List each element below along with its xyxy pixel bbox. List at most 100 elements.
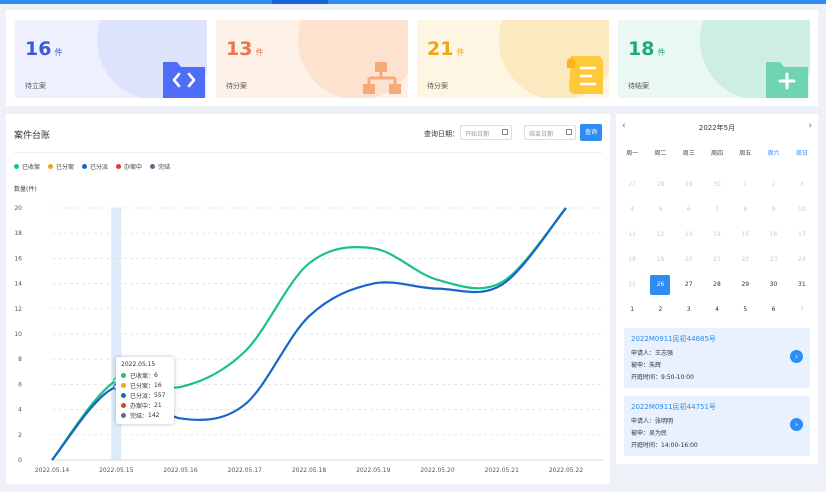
code-folder-icon (163, 62, 205, 98)
y-tick-label: 12 (14, 306, 22, 313)
y-tick-label: 8 (18, 356, 22, 363)
next-month-button[interactable]: › (808, 121, 812, 131)
calendar-day[interactable]: 6 (759, 297, 787, 322)
query-button[interactable]: 查询 (580, 124, 602, 141)
title-divider (14, 152, 602, 153)
legend-item[interactable]: 已分案 (48, 162, 74, 171)
stat-value: 16 件 (25, 38, 63, 60)
x-tick-label: 2022.05.17 (228, 467, 263, 474)
tooltip-value: 16 (154, 381, 162, 389)
calendar-day[interactable]: 25 (618, 272, 646, 297)
stats-panel: 16 件 待立案 13 件 待分案 21 件 待分案 18 件 待结案 (6, 10, 818, 106)
tooltip-row: 完结： 142 (121, 410, 169, 420)
stat-value: 21 件 (427, 38, 465, 60)
hearing-card[interactable]: 2022M0911民初44751号 申请人：张明明 被申：吴为民 开庭时间：14… (624, 396, 810, 456)
legend-item[interactable]: 已收案 (14, 162, 40, 171)
query-date-label: 查询日期： (424, 130, 459, 138)
case-ledger-panel: 案件台账 查询日期： 开始日期 结束日期 查询 已收案 已分案 已分派 办案中 … (6, 114, 610, 484)
chevron-right-icon[interactable]: › (790, 418, 803, 431)
stat-card-pending-closure[interactable]: 18 件 待结案 (618, 20, 810, 98)
case-hearing-time: 开庭时间：9:50-10:00 (631, 374, 694, 381)
x-tick-label: 2022.05.15 (99, 467, 134, 474)
hearing-card[interactable]: 2022M0911民初44685号 申请人：王志强 被申：朱辉 开庭时间：9:5… (624, 328, 810, 388)
calendar-day[interactable]: 14 (703, 222, 731, 247)
calendar-day[interactable]: 3 (675, 297, 703, 322)
calendar-day[interactable]: 9 (759, 197, 787, 222)
calendar-day[interactable]: 7 (788, 297, 816, 322)
x-tick-label: 2022.05.14 (35, 467, 70, 474)
calendar-day[interactable]: 27 (675, 272, 703, 297)
start-date-input[interactable]: 开始日期 (460, 125, 512, 140)
calendar-day[interactable]: 4 (618, 197, 646, 222)
calendar-day[interactable]: 21 (703, 247, 731, 272)
top-accent-bar (0, 0, 826, 4)
calendar-day[interactable]: 30 (759, 272, 787, 297)
stat-card-assigned[interactable]: 21 件 待分案 (417, 20, 609, 98)
stat-card-pending-assign[interactable]: 13 件 待分案 (216, 20, 408, 98)
calendar-day[interactable]: 28 (646, 172, 674, 197)
calendar-day[interactable]: 7 (703, 197, 731, 222)
calendar-day[interactable]: 31 (788, 272, 816, 297)
case-respondent: 被申：吴为民 (631, 430, 668, 437)
chevron-right-icon[interactable]: › (790, 350, 803, 363)
calendar-day[interactable]: 17 (788, 222, 816, 247)
calendar-day[interactable]: 20 (675, 247, 703, 272)
y-tick-label: 4 (18, 407, 22, 414)
stat-label: 待分案 (427, 82, 448, 90)
legend-item[interactable]: 完结 (150, 162, 170, 171)
calendar-day[interactable]: 4 (703, 297, 731, 322)
start-date-placeholder: 开始日期 (465, 131, 490, 138)
x-tick-label: 2022.05.16 (163, 467, 198, 474)
x-tick-label: 2022.05.21 (485, 467, 520, 474)
end-date-input[interactable]: 结束日期 (524, 125, 576, 140)
calendar-day[interactable]: 24 (788, 247, 816, 272)
tooltip-row: 已分案： 16 (121, 380, 169, 390)
calendar-day[interactable]: 1 (731, 172, 759, 197)
tooltip-swatch (121, 412, 126, 418)
y-axis-label: 数量(件) (14, 186, 37, 193)
calendar-day[interactable]: 11 (618, 222, 646, 247)
legend-item[interactable]: 已分派 (82, 162, 108, 171)
legend-label: 已收案 (22, 164, 41, 171)
calendar-day[interactable]: 5 (646, 197, 674, 222)
calendar-month-title: 2022年5月 (698, 124, 736, 132)
calendar-day[interactable]: 16 (759, 222, 787, 247)
calendar-day[interactable]: 18 (618, 247, 646, 272)
calendar-day[interactable]: 28 (703, 272, 731, 297)
calendar-day[interactable]: 13 (675, 222, 703, 247)
y-tick-label: 18 (14, 230, 22, 237)
calendar-day[interactable]: 29 (731, 272, 759, 297)
stat-label: 待结案 (628, 82, 649, 90)
line-chart[interactable]: 024681012141618202022.05.14 2022.05.15 202… (6, 194, 610, 484)
calendar-day[interactable]: 12 (646, 222, 674, 247)
calendar-day[interactable]: 2 (759, 172, 787, 197)
calendar-day[interactable]: 6 (675, 197, 703, 222)
stat-card-pending-filing[interactable]: 16 件 待立案 (15, 20, 207, 98)
calendar-day[interactable]: 30 (703, 172, 731, 197)
active-nav-indicator (272, 0, 328, 4)
legend-item[interactable]: 办案中 (116, 162, 142, 171)
y-tick-label: 10 (14, 331, 22, 338)
case-number-link[interactable]: 2022M0911民初44751号 (631, 402, 803, 412)
calendar-day[interactable]: 19 (646, 247, 674, 272)
tooltip-series: 已收案 (130, 372, 149, 380)
weekday-label: 周三 (682, 150, 695, 157)
calendar-day[interactable]: 5 (731, 297, 759, 322)
case-number-link[interactable]: 2022M0911民初44685号 (631, 334, 803, 344)
document-icon (567, 56, 603, 94)
calendar-day[interactable]: 29 (675, 172, 703, 197)
tooltip-value: 21 (154, 401, 162, 409)
chart-tooltip: 2022.05.15 已收案： 6 已分案： 16 已分派： 557 办案中： 21 完… (116, 357, 174, 424)
calendar-day[interactable]: 3 (788, 172, 816, 197)
case-applicant: 申请人：张明明 (631, 418, 674, 425)
calendar-day[interactable]: 1 (618, 297, 646, 322)
calendar-day[interactable]: 10 (788, 197, 816, 222)
calendar-day[interactable]: 2 (646, 297, 674, 322)
calendar-day[interactable]: 15 (731, 222, 759, 247)
x-tick-label: 2022.05.18 (292, 467, 327, 474)
calendar-day[interactable]: 8 (731, 197, 759, 222)
calendar-day-selected[interactable]: 26 (646, 272, 674, 297)
calendar-day[interactable]: 27 (618, 172, 646, 197)
calendar-day[interactable]: 23 (759, 247, 787, 272)
calendar-day[interactable]: 22 (731, 247, 759, 272)
